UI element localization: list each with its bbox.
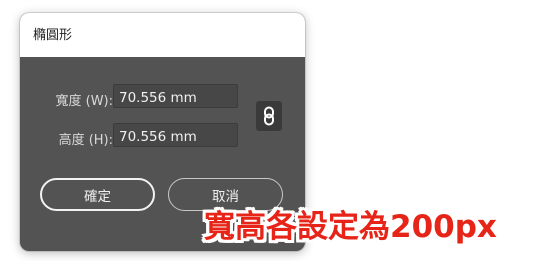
annotation-caption: 寬高各設定為200px bbox=[204, 209, 497, 245]
height-input[interactable] bbox=[113, 123, 238, 147]
dialog-title: 橢圓形 bbox=[33, 28, 73, 43]
chain-link-icon bbox=[264, 106, 274, 126]
height-label: 高度 (H): bbox=[58, 133, 113, 148]
dialog-titlebar: 橢圓形 bbox=[20, 13, 305, 57]
ok-button[interactable]: 確定 bbox=[40, 178, 155, 211]
constrain-proportions-button[interactable] bbox=[256, 101, 282, 131]
width-label: 寬度 (W): bbox=[55, 94, 113, 109]
width-input[interactable] bbox=[113, 84, 238, 108]
